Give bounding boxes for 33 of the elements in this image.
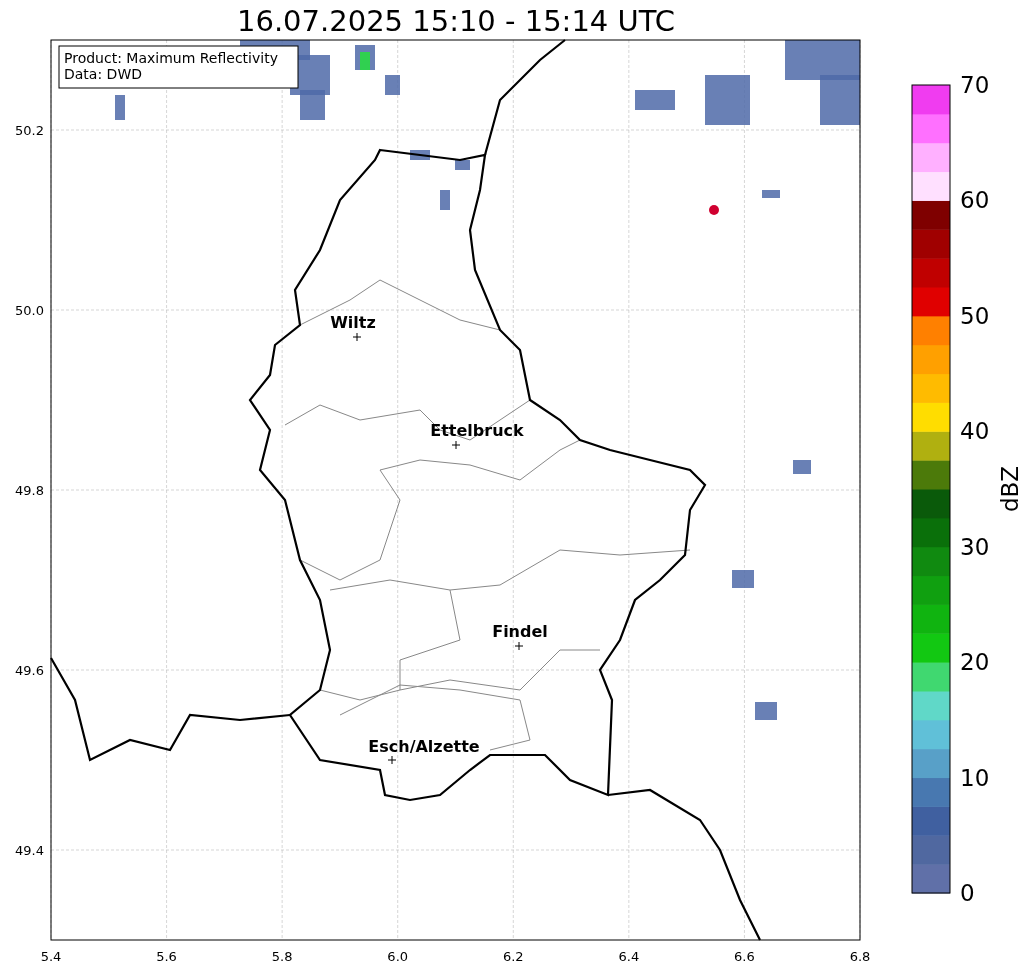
y-tick-label: 49.6 <box>15 663 44 678</box>
x-tick-label: 6.0 <box>387 949 409 964</box>
colorbar-tick-label: 10 <box>960 764 990 791</box>
colorbar-tick-label: 20 <box>960 649 990 676</box>
x-tick-label: 6.4 <box>618 949 640 964</box>
y-tick-label: 49.4 <box>15 843 44 858</box>
cross-marker-icon <box>451 440 461 450</box>
cross-marker-icon <box>514 641 524 651</box>
x-tick-label: 5.8 <box>271 949 293 964</box>
y-tick-label: 50.0 <box>15 303 44 318</box>
place-label: Ettelbruck <box>430 421 524 440</box>
colorbar-tick-label: 40 <box>960 418 990 445</box>
x-tick-label: 6.6 <box>734 949 755 964</box>
cross-marker-icon <box>387 755 397 765</box>
x-tick-label: 5.6 <box>156 949 177 964</box>
y-tick-label: 49.8 <box>15 483 44 498</box>
y-tick-label: 50.2 <box>15 123 44 138</box>
colorbar-tick-label: 50 <box>960 302 990 329</box>
colorbar-label: dBZ <box>997 465 1023 513</box>
info-text: Product: Maximum Reflectivity <box>64 50 278 66</box>
figure-title: 16.07.2025 15:10 - 15:14 UTC <box>237 4 675 38</box>
info-text: Data: DWD <box>64 66 142 82</box>
colorbar-tick-label: 60 <box>960 187 990 214</box>
place-label: Esch/Alzette <box>368 737 480 756</box>
cross-marker-icon <box>352 332 362 342</box>
place-label: Findel <box>492 622 548 641</box>
colorbar-tick-label: 0 <box>960 880 975 906</box>
x-tick-label: 5.4 <box>40 949 62 964</box>
colorbar-tick-label: 70 <box>960 72 990 98</box>
colorbar-tick-label: 30 <box>960 533 990 560</box>
place-label: Wiltz <box>330 313 376 332</box>
x-tick-label: 6.2 <box>502 949 524 964</box>
x-tick-label: 6.8 <box>849 949 871 964</box>
